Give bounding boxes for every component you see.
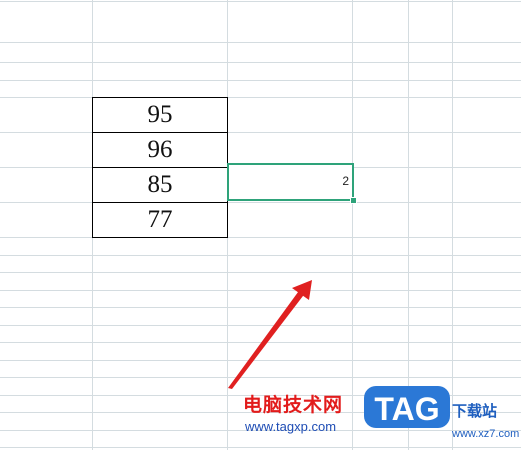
- row-gridline: [0, 377, 521, 378]
- row-gridline: [0, 325, 521, 326]
- row-gridline: [0, 202, 521, 203]
- active-cell[interactable]: 2: [227, 163, 354, 201]
- watermark-side-url: www.xz7.com: [452, 428, 520, 440]
- logo-text: TAG: [374, 391, 439, 427]
- watermark-site-url: www.tagxp.com: [245, 419, 337, 434]
- watermark-site-name: 电脑技术网: [243, 394, 344, 416]
- row-gridline: [0, 80, 521, 81]
- cell-value-4[interactable]: 77: [92, 202, 228, 238]
- cell-value-3[interactable]: 85: [92, 167, 228, 202]
- row-gridline: [0, 237, 521, 238]
- row-gridline: [0, 132, 521, 133]
- row-gridline: [0, 290, 521, 291]
- row-gridline: [0, 307, 521, 308]
- watermark: 电脑技术网 www.tagxp.com TAG 下载站 www.xz7.com: [240, 380, 521, 450]
- fill-handle[interactable]: [350, 197, 357, 204]
- data-range: 95 96 85 77: [92, 97, 228, 238]
- row-gridline: [0, 360, 521, 361]
- row-gridline: [0, 1, 521, 2]
- cell-value-1[interactable]: 95: [92, 97, 228, 132]
- row-gridline: [0, 97, 521, 98]
- row-gridline: [0, 42, 521, 43]
- watermark-side-text: 下载站: [452, 402, 498, 420]
- row-gridline: [0, 255, 521, 256]
- row-gridline: [0, 342, 521, 343]
- row-gridline: [0, 272, 521, 273]
- tag-logo-icon: TAG: [364, 386, 450, 428]
- active-cell-value: 2: [342, 174, 349, 188]
- cell-value-2[interactable]: 96: [92, 132, 228, 167]
- row-gridline: [0, 62, 521, 63]
